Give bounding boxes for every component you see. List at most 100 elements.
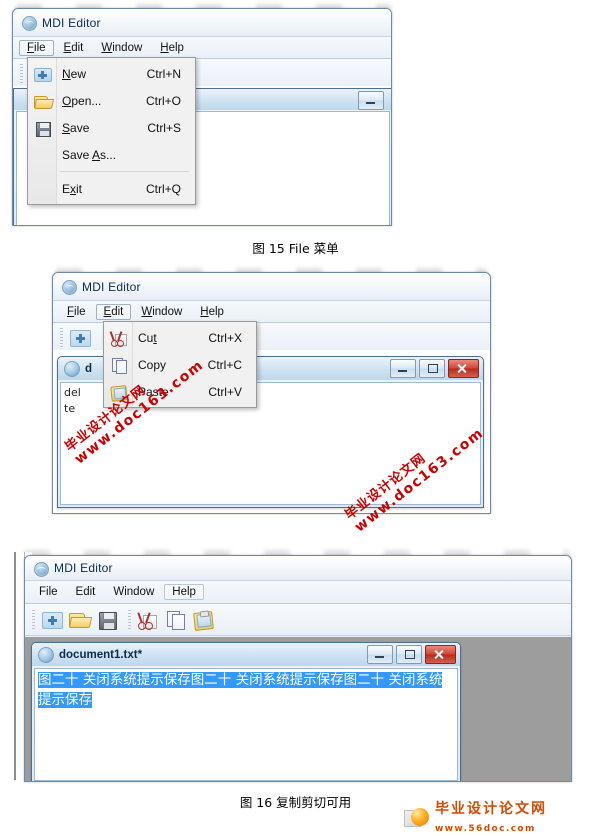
menu-item-save[interactable]: Save Ctrl+S <box>28 114 195 141</box>
menu-window-rest: indow <box>152 305 183 318</box>
menu-item-new[interactable]: New Ctrl+N <box>28 60 195 87</box>
menu-item-open-label: Open... <box>62 93 102 108</box>
menu-item-new-label: New <box>62 66 87 81</box>
app-globe-icon <box>61 279 77 295</box>
file-dropdown-menu[interactable]: New Ctrl+N Open... Ctrl+O Save Ctrl+S Sa… <box>27 57 196 205</box>
menu-edit-rest: dit <box>71 41 84 54</box>
menu-window[interactable]: Window <box>105 584 162 600</box>
toolbar-3[interactable] <box>25 604 571 636</box>
child-close-button-2[interactable] <box>448 359 479 378</box>
document-icon <box>38 646 54 663</box>
menu-file[interactable]: File <box>19 39 54 56</box>
window-title: MDI Editor <box>82 279 141 294</box>
menu-item-new-accel: Ctrl+N <box>146 66 181 81</box>
toolbar-grip[interactable] <box>20 63 23 84</box>
app-globe-icon <box>21 15 37 31</box>
copy-button[interactable] <box>162 607 189 632</box>
menu-item-cut-accel: Ctrl+X <box>208 330 242 345</box>
menubar-3[interactable]: File Edit Window Help <box>25 580 571 604</box>
menu-edit[interactable]: Edit <box>68 584 104 600</box>
menu-separator <box>60 171 189 172</box>
menu-item-save-as[interactable]: Save As... <box>28 141 195 168</box>
menu-item-exit-label: Exit <box>62 181 83 196</box>
copy-pages-icon <box>108 356 128 374</box>
logo-title: 毕业设计论文网 <box>435 801 547 817</box>
menu-edit[interactable]: Edit <box>95 303 132 320</box>
save-button[interactable] <box>94 607 121 632</box>
cut-scissors-icon <box>108 329 128 347</box>
document-page: MDI Editor File Edit Window Help New Ctr… <box>0 0 591 836</box>
mdi-editor-window-2[interactable]: MDI Editor File Edit Window Help d del t… <box>52 272 491 514</box>
menu-help-rest: elp <box>168 41 184 54</box>
page-edge-line <box>14 552 16 780</box>
new-button[interactable] <box>66 325 93 350</box>
paste-clipboard-icon <box>108 383 128 402</box>
window-title: MDI Editor <box>42 15 101 30</box>
menu-item-cut-label: Cut <box>138 330 157 345</box>
menu-file-rest: ile <box>74 305 86 318</box>
child-titlebar-3[interactable]: document1.txt* <box>32 643 460 666</box>
toolbar-grip-2[interactable] <box>128 609 131 630</box>
paste-button[interactable] <box>190 607 217 632</box>
cut-button[interactable] <box>134 607 161 632</box>
menu-help[interactable]: Help <box>152 40 192 56</box>
menu-help[interactable]: Help <box>192 304 232 320</box>
selected-text[interactable]: 图二十 关闭系统提示保存图二十 关闭系统提示保存图二十 关闭系统提示保存 <box>38 672 443 708</box>
menu-file[interactable]: File <box>31 584 66 600</box>
new-document-icon <box>32 65 52 83</box>
app-globe-icon <box>33 561 49 577</box>
menu-help[interactable]: Help <box>164 584 204 600</box>
logo-text: 毕业设计论文网 www.56doc.com <box>435 800 591 836</box>
titlebar-2[interactable]: MDI Editor <box>53 273 490 300</box>
menubar-2[interactable]: File Edit Window Help <box>53 300 490 323</box>
titlebar-1[interactable]: MDI Editor <box>13 9 391 36</box>
menu-edit[interactable]: Edit <box>56 40 92 56</box>
mdi-editor-window-1[interactable]: MDI Editor File Edit Window Help New Ctr… <box>12 8 392 226</box>
new-button[interactable] <box>38 607 65 632</box>
child-minimize-button-2[interactable] <box>390 359 416 378</box>
menu-item-copy-accel: Ctrl+C <box>207 357 242 372</box>
menu-file[interactable]: File <box>59 304 94 320</box>
menu-item-open-accel: Ctrl+O <box>145 93 181 108</box>
open-folder-icon <box>68 613 93 628</box>
menubar-1[interactable]: File Edit Window Help <box>13 36 391 59</box>
child-minimize-button-3[interactable] <box>367 645 393 664</box>
menu-window[interactable]: Window <box>133 304 190 320</box>
open-button[interactable] <box>66 607 93 632</box>
logo-sphere-icon <box>404 806 430 830</box>
titlebar-3[interactable]: MDI Editor <box>25 556 571 580</box>
child-close-button-3[interactable] <box>425 645 456 664</box>
menu-item-exit-accel: Ctrl+Q <box>145 181 181 196</box>
child-maximize-button-3[interactable] <box>396 645 422 664</box>
child-document-text[interactable]: 图二十 关闭系统提示保存图二十 关闭系统提示保存图二十 关闭系统提示保存 <box>35 669 457 712</box>
menu-item-copy-label: Copy <box>138 357 167 372</box>
menu-item-exit[interactable]: Exit Ctrl+Q <box>28 175 195 202</box>
mdi-client-area-3: document1.txt* 图二十 关闭系统提示保存图二十 关闭系统提示保存图… <box>25 637 571 781</box>
window-title: MDI Editor <box>54 561 113 575</box>
child-body-3[interactable]: 图二十 关闭系统提示保存图二十 关闭系统提示保存图二十 关闭系统提示保存 <box>34 668 458 781</box>
menu-item-save-accel: Ctrl+S <box>147 120 181 135</box>
menu-item-open[interactable]: Open... Ctrl+O <box>28 87 195 114</box>
child-window-title: document1.txt* <box>59 648 143 661</box>
menu-item-copy[interactable]: Copy Ctrl+C <box>104 351 256 378</box>
menu-item-paste[interactable]: Paste Ctrl+V <box>104 378 256 405</box>
menu-window[interactable]: Window <box>93 40 150 56</box>
toolbar-grip-1[interactable] <box>32 609 35 630</box>
child-minimize-button-1[interactable] <box>358 91 384 110</box>
mdi-editor-window-3[interactable]: MDI Editor File Edit Window Help documen… <box>24 555 572 782</box>
menu-item-paste-label: Paste <box>138 384 169 399</box>
menu-help-rest: elp <box>208 305 224 318</box>
edit-dropdown-menu[interactable]: Cut Ctrl+X Copy Ctrl+C Paste Ctrl+V <box>103 321 257 408</box>
toolbar-grip[interactable] <box>60 327 63 348</box>
menu-window-rest: indow <box>112 41 143 54</box>
menu-item-cut[interactable]: Cut Ctrl+X <box>104 324 256 351</box>
footer-logo: 毕业设计论文网 www.56doc.com <box>404 800 591 836</box>
child-window-title: d <box>85 362 93 375</box>
child-window-3[interactable]: document1.txt* 图二十 关闭系统提示保存图二十 关闭系统提示保存图… <box>31 642 461 781</box>
figure-15-caption: 图 15 File 菜单 <box>252 241 339 256</box>
cut-scissors-icon <box>137 611 157 630</box>
save-floppy-icon <box>99 612 117 630</box>
child-maximize-button-2[interactable] <box>419 359 445 378</box>
paste-clipboard-icon <box>193 610 214 631</box>
new-document-icon <box>70 330 91 347</box>
